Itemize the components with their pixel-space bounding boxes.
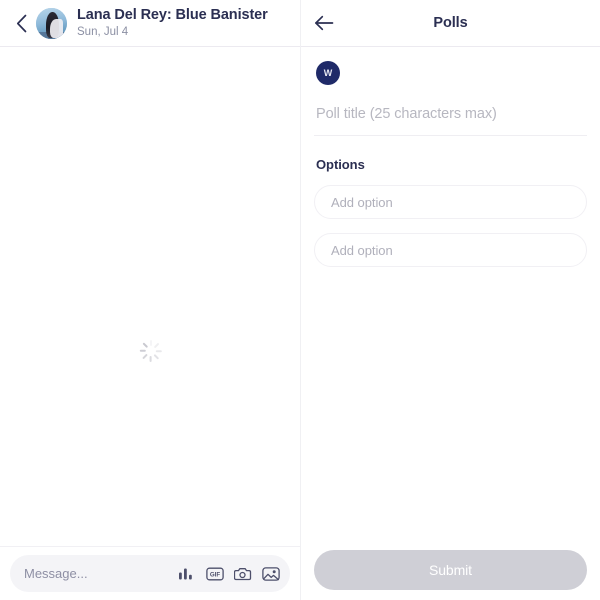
poll-icon[interactable] [177,564,196,583]
page-title: Lana Del Rey: Blue Banister [77,6,268,23]
poll-option-placeholder-1: Add option [331,194,393,210]
poll-title-placeholder: Poll title (25 characters max) [316,106,497,122]
chat-message-list [0,47,300,546]
chat-composer: Message... GIF [0,546,300,600]
poll-author-avatar: W [316,61,340,85]
message-input-placeholder: Message... [24,566,88,581]
app-root: Lana Del Rey: Blue Banister Sun, Jul 4 M… [0,0,600,600]
composer-actions: GIF [177,564,280,583]
camera-icon[interactable] [233,564,252,583]
gif-icon[interactable]: GIF [205,564,224,583]
message-input[interactable]: Message... GIF [10,555,290,592]
chat-date: Sun, Jul 4 [77,25,129,38]
chat-title-block: Lana Del Rey: Blue Banister Sun, Jul 4 [77,7,268,40]
options-label: Options [316,157,365,172]
submit-button[interactable]: Submit [314,550,587,590]
avatar[interactable] [36,7,67,39]
poll-option-input-2[interactable]: Add option [314,233,587,267]
poll-title-input[interactable]: Poll title (25 characters max) [314,104,587,136]
polls-title: Polls [433,15,468,31]
loading-spinner [140,340,163,362]
chat-panel: Lana Del Rey: Blue Banister Sun, Jul 4 M… [0,0,301,600]
svg-text:GIF: GIF [209,571,220,578]
polls-form: W Poll title (25 characters max) Options… [301,47,600,540]
chevron-left-icon[interactable] [8,3,34,43]
arrow-left-icon[interactable] [309,8,339,38]
avatar-figure-light [50,18,63,39]
polls-panel: Polls W Poll title (25 characters max) O… [301,0,600,600]
image-icon[interactable] [261,564,280,583]
polls-footer: Submit [301,540,600,600]
poll-option-input-1[interactable]: Add option [314,185,587,219]
chat-header: Lana Del Rey: Blue Banister Sun, Jul 4 [0,0,300,47]
poll-option-placeholder-2: Add option [331,242,393,258]
polls-header: Polls [301,0,600,47]
